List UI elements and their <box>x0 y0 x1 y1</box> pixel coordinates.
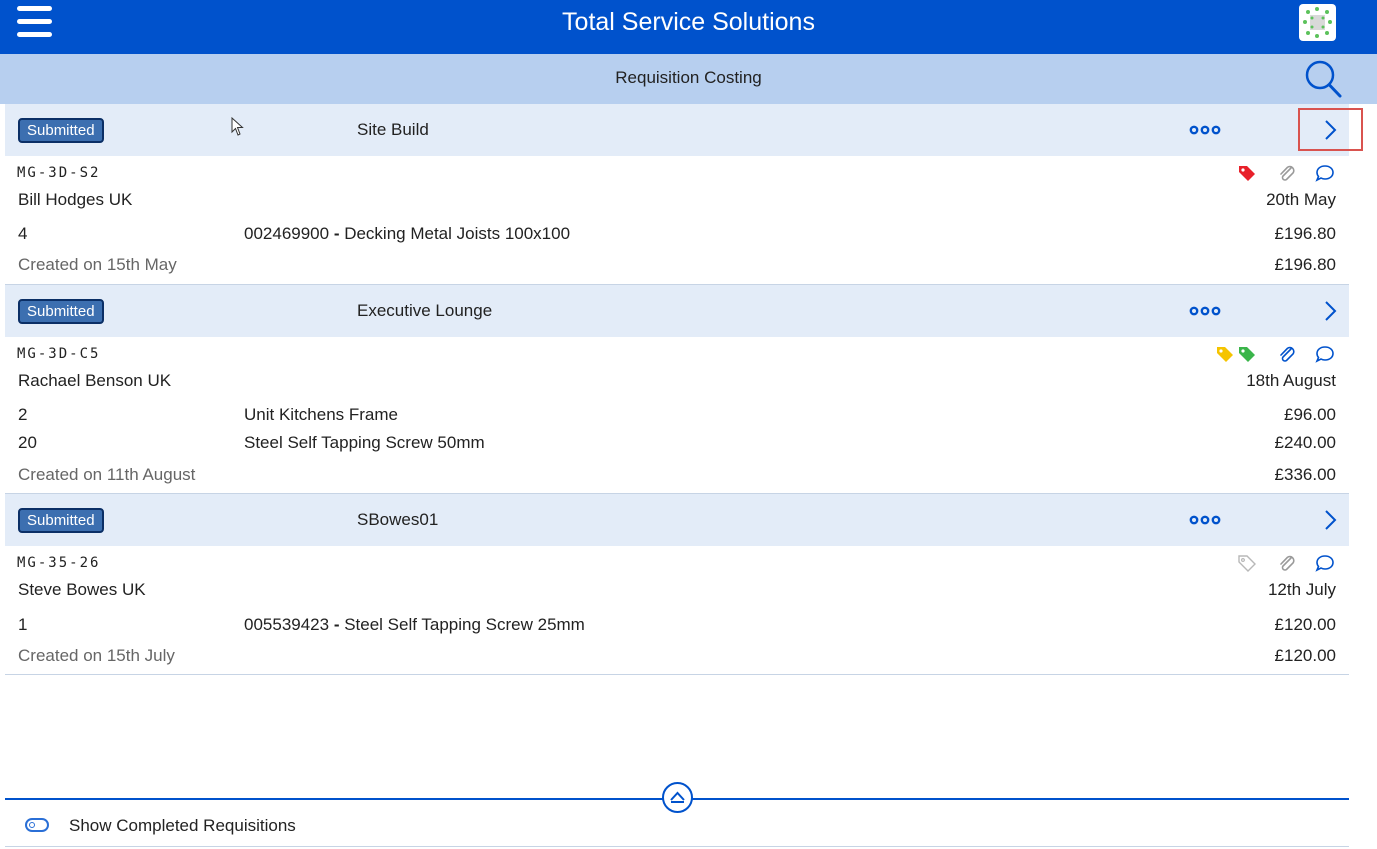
requisition-date: 12th July <box>1267 580 1336 599</box>
comment-icon[interactable] <box>1315 164 1335 182</box>
tag-green-icon[interactable] <box>1237 345 1257 363</box>
show-completed-toggle[interactable] <box>25 818 49 832</box>
requisition-code: MG-3D-S2 <box>17 165 101 181</box>
line-price: £120.00 <box>1274 615 1336 634</box>
tag-outline-icon[interactable] <box>1237 554 1257 572</box>
requisition-icons <box>1215 345 1337 363</box>
line-quantity: 20 <box>18 433 37 452</box>
line-price: £96.00 <box>1284 405 1336 424</box>
requisition-header[interactable]: Submitted Executive Lounge <box>5 285 1349 337</box>
chevron-right-icon[interactable] <box>1318 506 1342 534</box>
search-icon[interactable] <box>1302 58 1344 100</box>
requisition-total: £120.00 <box>1274 646 1336 665</box>
status-badge: Submitted <box>18 118 104 143</box>
comment-icon[interactable] <box>1315 554 1335 572</box>
tag-yellow-icon[interactable] <box>1215 345 1235 363</box>
requisition-code: MG-35-26 <box>17 555 101 571</box>
sub-header: Requisition Costing <box>0 54 1377 104</box>
divider <box>5 846 1349 847</box>
requisition-name: Site Build <box>357 120 429 139</box>
status-badge: Submitted <box>18 508 104 533</box>
status-badge: Submitted <box>18 299 104 324</box>
line-quantity: 4 <box>18 224 28 243</box>
line-description: 002469900 - Decking Metal Joists 100x100 <box>244 224 571 243</box>
requisition-date: 18th August <box>1246 371 1336 390</box>
app-logo <box>1299 4 1336 41</box>
requester-name: Bill Hodges UK <box>18 190 133 209</box>
requisition-icons <box>1237 164 1337 182</box>
chevron-up-icon[interactable] <box>662 782 693 813</box>
line-description: Unit Kitchens Frame <box>244 405 398 424</box>
more-options-icon[interactable] <box>1189 512 1223 528</box>
mouse-cursor-icon <box>231 116 245 137</box>
line-quantity: 1 <box>18 615 28 634</box>
divider <box>5 674 1349 675</box>
page-title: Requisition Costing <box>615 68 762 87</box>
app-title: Total Service Solutions <box>562 8 815 36</box>
line-price: £196.80 <box>1274 224 1336 243</box>
highlight-box <box>1298 108 1363 151</box>
line-price: £240.00 <box>1274 433 1336 452</box>
created-date: Created on 11th August <box>18 465 196 484</box>
show-completed-label: Show Completed Requisitions <box>69 816 296 835</box>
created-date: Created on 15th July <box>18 646 175 665</box>
paperclip-icon[interactable] <box>1277 164 1297 182</box>
requisition-icons <box>1237 554 1337 572</box>
comment-icon[interactable] <box>1315 345 1335 363</box>
created-date: Created on 15th May <box>18 255 177 274</box>
requisition-name: SBowes01 <box>357 510 439 529</box>
line-quantity: 2 <box>18 405 28 424</box>
requisition-date: 20th May <box>1266 190 1336 209</box>
requisition-total: £336.00 <box>1274 465 1336 484</box>
line-description: Steel Self Tapping Screw 50mm <box>244 433 485 452</box>
more-options-icon[interactable] <box>1189 122 1223 138</box>
requisition-header[interactable]: Submitted SBowes01 <box>5 494 1349 546</box>
requisition-header[interactable]: Submitted Site Build <box>5 104 1349 156</box>
requester-name: Rachael Benson UK <box>18 371 172 390</box>
chevron-right-icon[interactable] <box>1318 297 1342 325</box>
requisition-name: Executive Lounge <box>357 301 493 320</box>
requisition-code: MG-3D-C5 <box>17 346 101 362</box>
paperclip-icon[interactable] <box>1277 554 1297 572</box>
more-options-icon[interactable] <box>1189 303 1223 319</box>
tag-red-icon[interactable] <box>1237 164 1257 182</box>
requester-name: Steve Bowes UK <box>18 580 146 599</box>
requisition-total: £196.80 <box>1274 255 1336 274</box>
app-header: Total Service Solutions <box>0 0 1377 54</box>
paperclip-icon[interactable] <box>1277 345 1297 363</box>
line-description: 005539423 - Steel Self Tapping Screw 25m… <box>244 615 585 634</box>
